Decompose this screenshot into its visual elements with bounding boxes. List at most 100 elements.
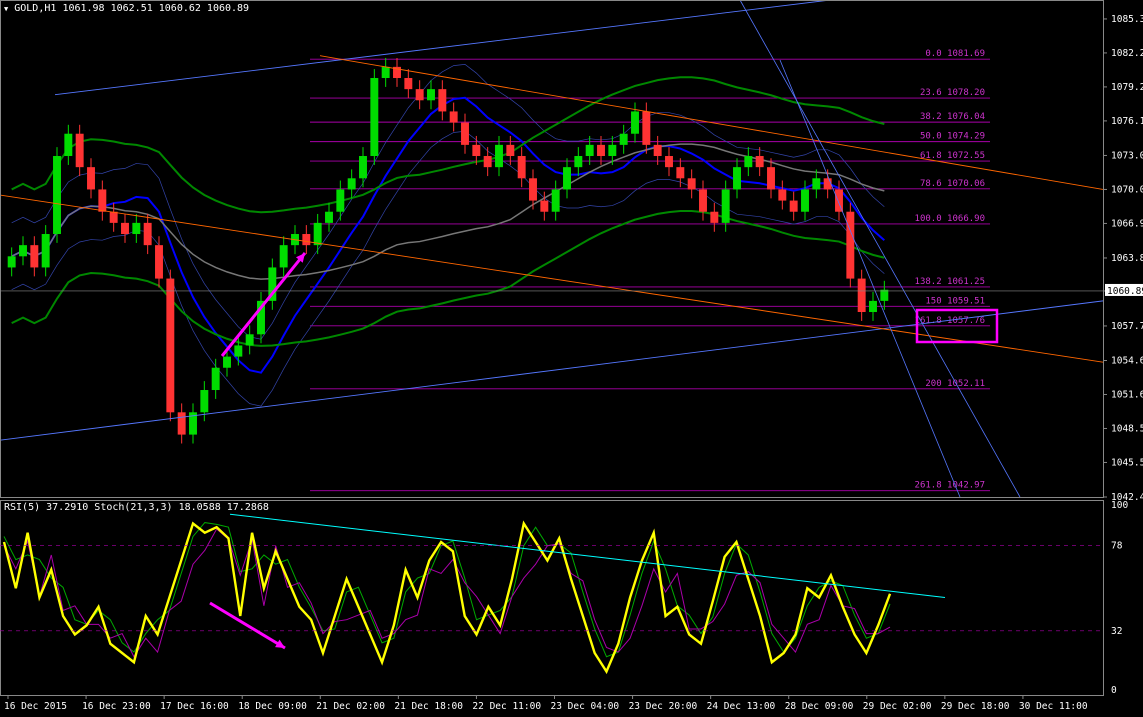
candle-body [359,156,367,179]
candle-body [302,234,311,246]
candle-body [415,89,424,101]
candle-body [200,390,209,413]
candle-body [336,189,345,212]
candlesticks [7,57,889,444]
candle-body [53,156,61,235]
trend-lines [0,0,1104,498]
candle-body [166,278,175,413]
fib-level-label: 78.6 1070.06 [920,179,985,189]
price-tick-label: 1054.65 [1111,355,1143,366]
candle-body [223,356,231,368]
candle-body [19,245,27,257]
candle-body [653,144,662,157]
candle-body [540,200,549,212]
fib-level-label: 23.6 1078.20 [920,88,985,98]
time-tick-label: 23 Dec 04:00 [551,701,620,712]
price-tick-label: 1051.60 [1111,389,1143,400]
candle-body [30,245,39,268]
candle-body [404,78,413,90]
candle-body [517,156,526,179]
time-tick-label: 17 Dec 16:00 [160,701,229,712]
candle-body [506,144,515,157]
candle-body [857,278,866,313]
price-up-arrow [220,252,307,357]
candle-body [869,300,877,313]
candle-body [789,200,798,212]
candle-body [41,234,50,268]
time-tick-label: 21 Dec 02:00 [316,701,385,712]
price-tick-label: 1079.20 [1111,82,1143,93]
fib-level-label: 150 1059.51 [925,296,985,306]
candle-body [755,156,764,168]
time-tick-label: 18 Dec 09:00 [238,701,307,712]
candle-body [279,245,288,268]
candle-body [143,222,152,246]
candle-body [245,334,254,346]
candle-body [461,122,469,145]
candle-body [597,144,605,157]
time-tick-label: 16 Dec 2015 [4,701,67,712]
time-tick-label: 16 Dec 23:00 [82,701,151,712]
candle-body [687,178,696,190]
price-tick-label: 1045.50 [1111,457,1143,468]
fib-level-label: 0.0 1081.69 [925,49,985,59]
candle-body [733,167,741,190]
fib-level-label: 138.2 1061.25 [915,277,985,287]
price-tick-label: 1048.55 [1111,423,1143,434]
candle-body [132,222,141,235]
candle-body [563,167,571,190]
fib-level-label: 200 1052.11 [925,379,985,389]
candle-body [109,211,118,223]
oscillator-lines [2,513,946,675]
price-pane-frame [0,0,1104,498]
candle-body [710,211,719,223]
candle-body [75,133,84,168]
candle-body [767,167,775,190]
price-tick-label: 1073.05 [1111,150,1143,161]
candle-body [472,144,481,157]
candle-body [608,144,617,157]
envelope-bands [11,64,885,407]
time-tick-label: 29 Dec 18:00 [941,701,1010,712]
candle-body [495,144,503,168]
price-tick-label: 1066.95 [1111,218,1143,229]
candle-body [744,156,753,168]
candle-body [880,289,889,301]
candle-body [155,245,163,279]
envelope-upper [11,76,885,214]
candle-body [619,133,628,145]
candle-body [7,256,16,268]
rsi-trendline [229,513,946,598]
candle-body [325,211,333,223]
stochastic-signal-line [3,528,891,658]
candle-body [574,156,583,168]
candle-body [551,189,560,212]
stochastic-main-line [3,522,891,658]
candle-body [234,345,243,357]
osc-tick-label: 0 [1111,685,1117,696]
candle-body [823,178,832,190]
candle-body [699,189,707,212]
price-tick-label: 1057.75 [1111,321,1143,332]
osc-tick-label: 78 [1111,541,1123,552]
candle-body [211,367,220,391]
candle-body [64,133,73,157]
steep-trendline-1 [739,0,1021,498]
candle-body [846,211,855,279]
rsi-down-arrow [209,601,286,650]
time-tick-label: 23 Dec 20:00 [629,701,698,712]
candle-body [721,189,730,223]
price-tick-label: 1076.15 [1111,116,1143,127]
candle-body [778,189,787,201]
candle-body [381,66,390,79]
candle-body [801,189,809,212]
oscillator-pane-frame [0,500,1104,696]
osc-tick-label: 100 [1111,500,1128,511]
candle-body [665,156,673,168]
bollinger-lower-band [11,130,885,407]
candle-body [177,412,186,435]
price-chart[interactable]: 0.0 1081.69 23.6 1078.20 38.2 1076.04 50.0 … [0,0,1143,717]
candle-body [438,89,447,112]
candle-body [98,189,107,212]
candle-body [121,222,129,235]
